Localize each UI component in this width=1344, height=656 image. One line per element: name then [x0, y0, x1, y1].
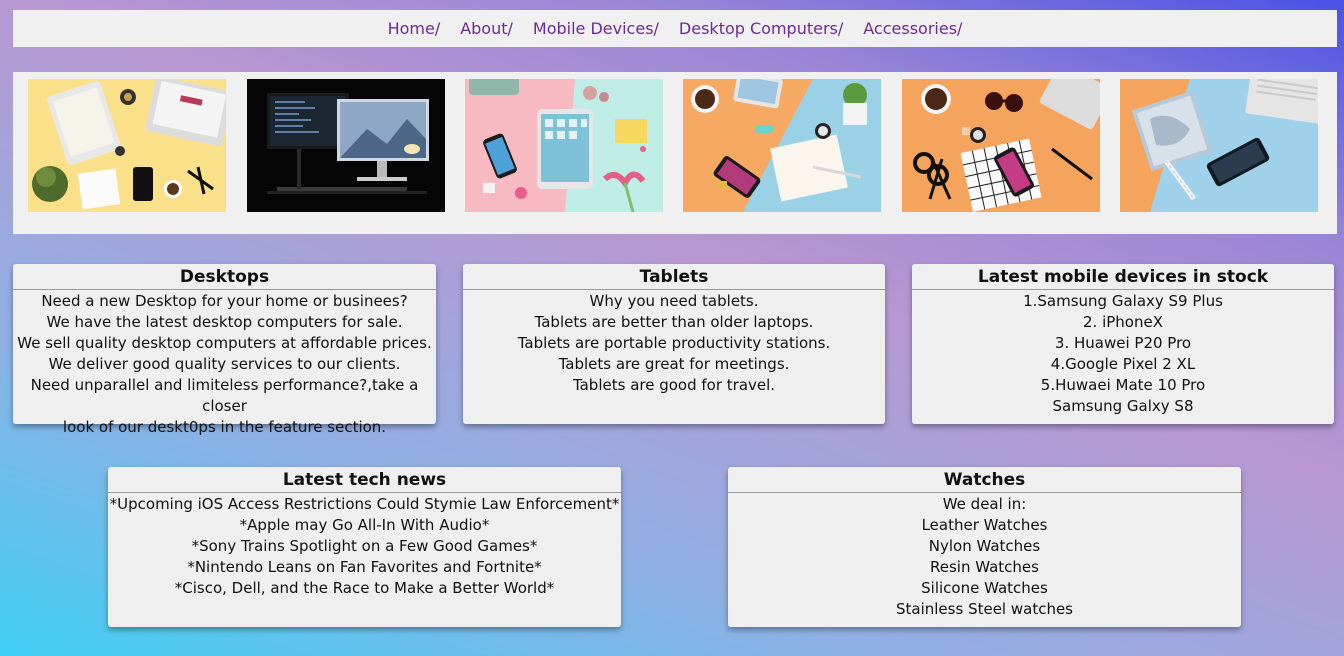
desktops-card-line: We have the latest desktop computers for… — [46, 313, 403, 331]
tablets-card-line: Tablets are better than older laptops. — [534, 313, 814, 331]
image-gallery — [13, 72, 1337, 234]
news-headline: *Upcoming iOS Access Restrictions Could … — [109, 495, 620, 513]
desktops-card-line: Need a new Desktop for your home or busi… — [41, 292, 408, 310]
tablets-card-line: Tablets are good for travel. — [572, 376, 776, 394]
mobile-device-item: Samsung Galxy S8 — [1052, 397, 1194, 415]
mobile-devices-card: Latest mobile devices in stock 1.Samsung… — [912, 264, 1334, 424]
watches-card-line: Leather Watches — [921, 516, 1048, 534]
watches-card-line: Resin Watches — [930, 558, 1039, 576]
mobile-device-item: 4.Google Pixel 2 XL — [1050, 355, 1196, 373]
nav-link-mobile-devices[interactable]: Mobile Devices/ — [533, 19, 659, 38]
mobile-device-item: 2. iPhoneX — [1083, 313, 1163, 331]
watches-card-line: Nylon Watches — [928, 537, 1041, 555]
tablets-card-line: Tablets are portable productivity statio… — [517, 334, 831, 352]
watches-card-line: We deal in: — [942, 495, 1027, 513]
notebook-phone-blue-desk-photo — [1120, 79, 1318, 212]
desktops-card-line: We sell quality desktop computers at aff… — [17, 334, 432, 352]
tech-news-card: Latest tech news *Upcoming iOS Access Re… — [108, 467, 621, 627]
news-headline: *Nintendo Leans on Fan Favorites and For… — [187, 558, 542, 576]
mobile-device-item: 5.Huwaei Mate 10 Pro — [1040, 376, 1206, 394]
desktops-card: Desktops Need a new Desktop for your hom… — [13, 264, 436, 436]
watches-card-line: Stainless Steel watches — [896, 600, 1073, 618]
tablets-card-title: Tablets — [463, 264, 885, 290]
desktops-card-title: Desktops — [13, 264, 436, 290]
watches-card: Watches We deal in: Leather Watches Nylo… — [728, 467, 1241, 627]
desktop-computer-dark-desk-photo — [247, 79, 445, 212]
tablets-card: Tablets Why you need tablets. Tablets ar… — [463, 264, 885, 424]
nav-link-accessories[interactable]: Accessories/ — [863, 19, 962, 38]
nav-link-about[interactable]: About/ — [460, 19, 513, 38]
watches-card-title: Watches — [728, 467, 1241, 493]
news-headline: *Sony Trains Spotlight on a Few Good Gam… — [191, 537, 538, 555]
top-nav: Home/ About/ Mobile Devices/ Desktop Com… — [13, 10, 1337, 47]
phone-glasses-orange-desk-photo — [902, 79, 1100, 212]
tablets-card-line: Tablets are great for meetings. — [558, 355, 790, 373]
tech-news-card-title: Latest tech news — [108, 467, 621, 493]
laptop-tablet-workspace-photo — [28, 79, 226, 212]
desktops-card-line: look of our deskt0ps in the feature sect… — [62, 418, 387, 436]
tablet-phone-orange-desk-photo — [683, 79, 881, 212]
news-headline: *Apple may Go All-In With Audio* — [239, 516, 490, 534]
desktops-card-line: We deliver good quality services to our … — [48, 355, 401, 373]
nav-link-home[interactable]: Home/ — [388, 19, 441, 38]
desktops-card-line: Need unparallel and limiteless performan… — [30, 376, 419, 415]
news-headline: *Cisco, Dell, and the Race to Make a Bet… — [174, 579, 555, 597]
mobile-device-item: 1.Samsung Galaxy S9 Plus — [1023, 292, 1223, 310]
watches-card-line: Silicone Watches — [921, 579, 1048, 597]
mobile-device-item: 3. Huawei P20 Pro — [1054, 334, 1192, 352]
tablets-card-line: Why you need tablets. — [589, 292, 759, 310]
tablet-phone-pink-desk-photo — [465, 79, 663, 212]
nav-link-desktop-computers[interactable]: Desktop Computers/ — [679, 19, 843, 38]
mobile-devices-card-title: Latest mobile devices in stock — [912, 264, 1334, 290]
